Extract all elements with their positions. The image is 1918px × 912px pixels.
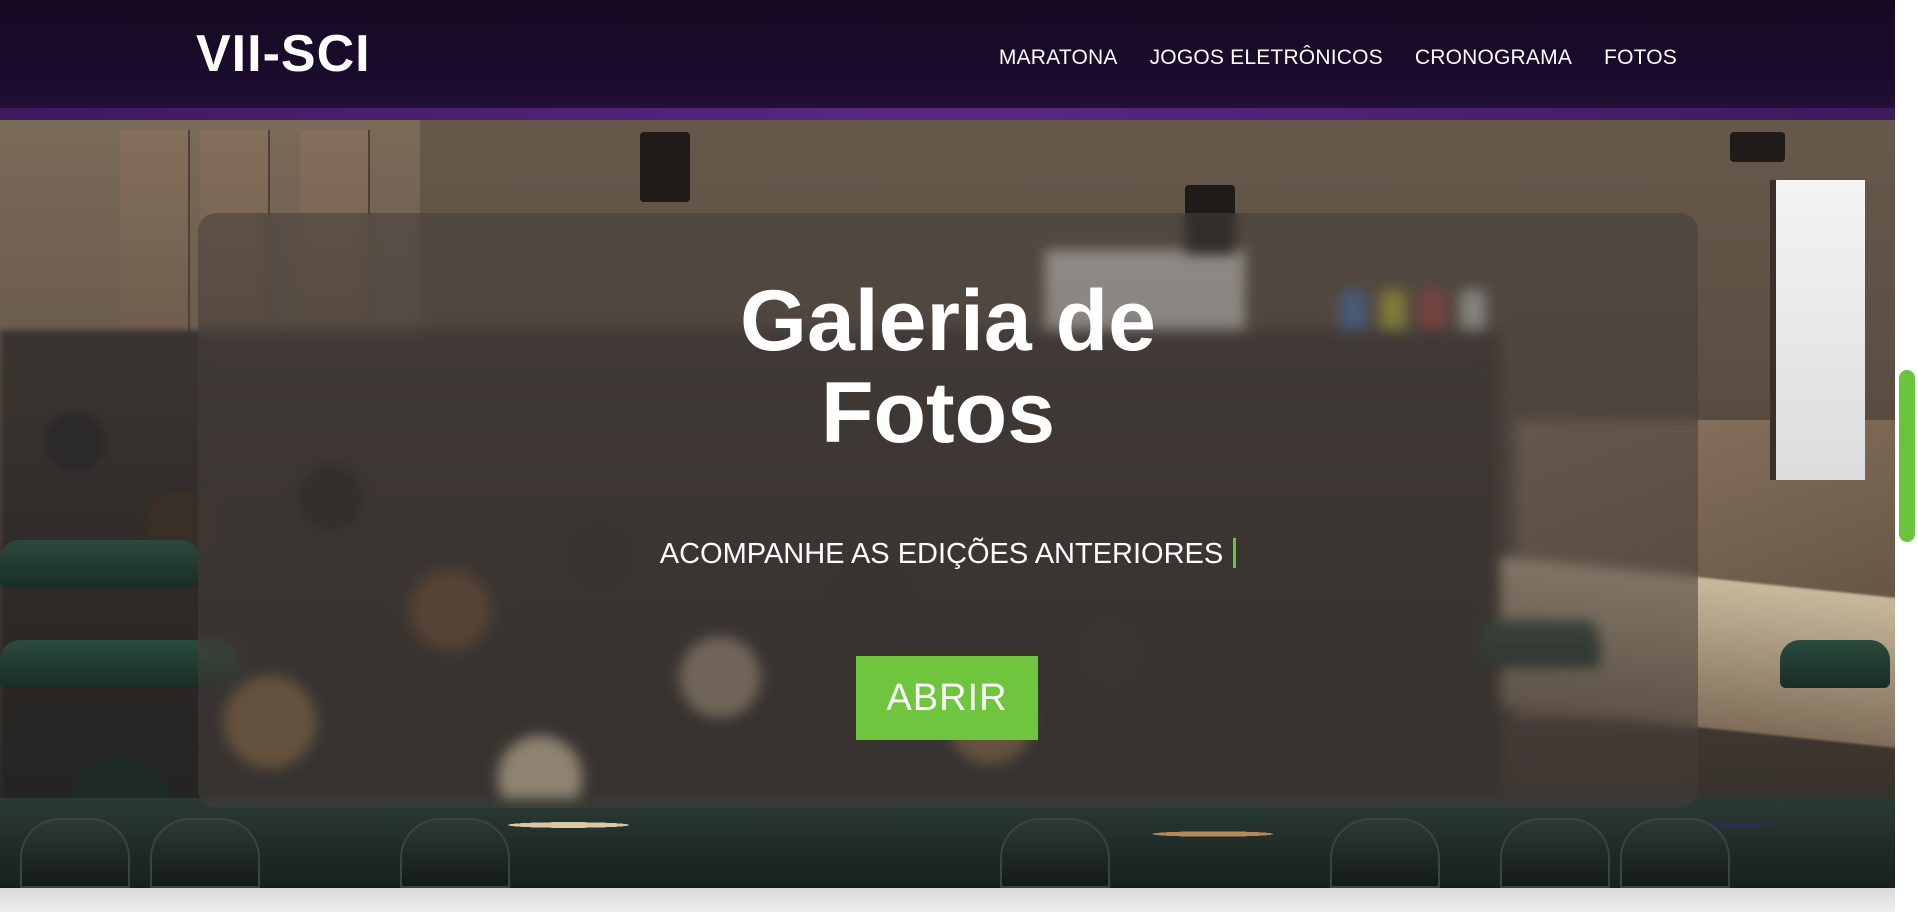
seat-row (0, 540, 200, 588)
site-logo[interactable]: VII-SCI (196, 28, 371, 80)
seat (20, 818, 130, 888)
title-line-2: Fotos (820, 365, 1056, 461)
subtitle: ACOMPANHE AS EDIÇÕES ANTERIORES (198, 538, 1698, 571)
loudspeaker (1730, 132, 1785, 162)
page-title: Galeria de Fotos (198, 275, 1698, 459)
site-header: VII-SCI MARATONA JOGOS ELETRÔNICOS CRONO… (0, 0, 1895, 120)
gallery-card: Galeria de Fotos ACOMPANHE AS EDIÇÕES AN… (198, 213, 1698, 808)
open-gallery-button[interactable]: ABRIR (856, 656, 1038, 740)
subtitle-text: ACOMPANHE AS EDIÇÕES ANTERIORES (659, 538, 1224, 570)
title-line-1: Galeria de (740, 273, 1156, 369)
nav-item-maratona[interactable]: MARATONA (999, 46, 1118, 70)
typing-cursor-icon (1233, 538, 1237, 568)
main-nav: MARATONA JOGOS ELETRÔNICOS CRONOGRAMA FO… (999, 46, 1677, 70)
scrollbar-thumb[interactable] (1899, 370, 1915, 542)
nav-item-cronograma[interactable]: CRONOGRAMA (1415, 46, 1572, 70)
nav-item-fotos[interactable]: FOTOS (1604, 46, 1677, 70)
loudspeaker (640, 132, 690, 202)
seat (150, 818, 260, 888)
front-row-audience (0, 798, 1895, 888)
doorway (1770, 180, 1865, 480)
page-footer-edge (0, 888, 1895, 912)
seat-row (1780, 640, 1890, 688)
page: VII-SCI MARATONA JOGOS ELETRÔNICOS CRONO… (0, 0, 1918, 912)
seat (1330, 818, 1440, 888)
seat (1500, 818, 1610, 888)
seat (400, 818, 510, 888)
seat (1000, 818, 1110, 888)
scrollbar[interactable] (1895, 0, 1918, 912)
seat (1620, 818, 1730, 888)
nav-item-jogos-eletronicos[interactable]: JOGOS ELETRÔNICOS (1150, 46, 1383, 70)
